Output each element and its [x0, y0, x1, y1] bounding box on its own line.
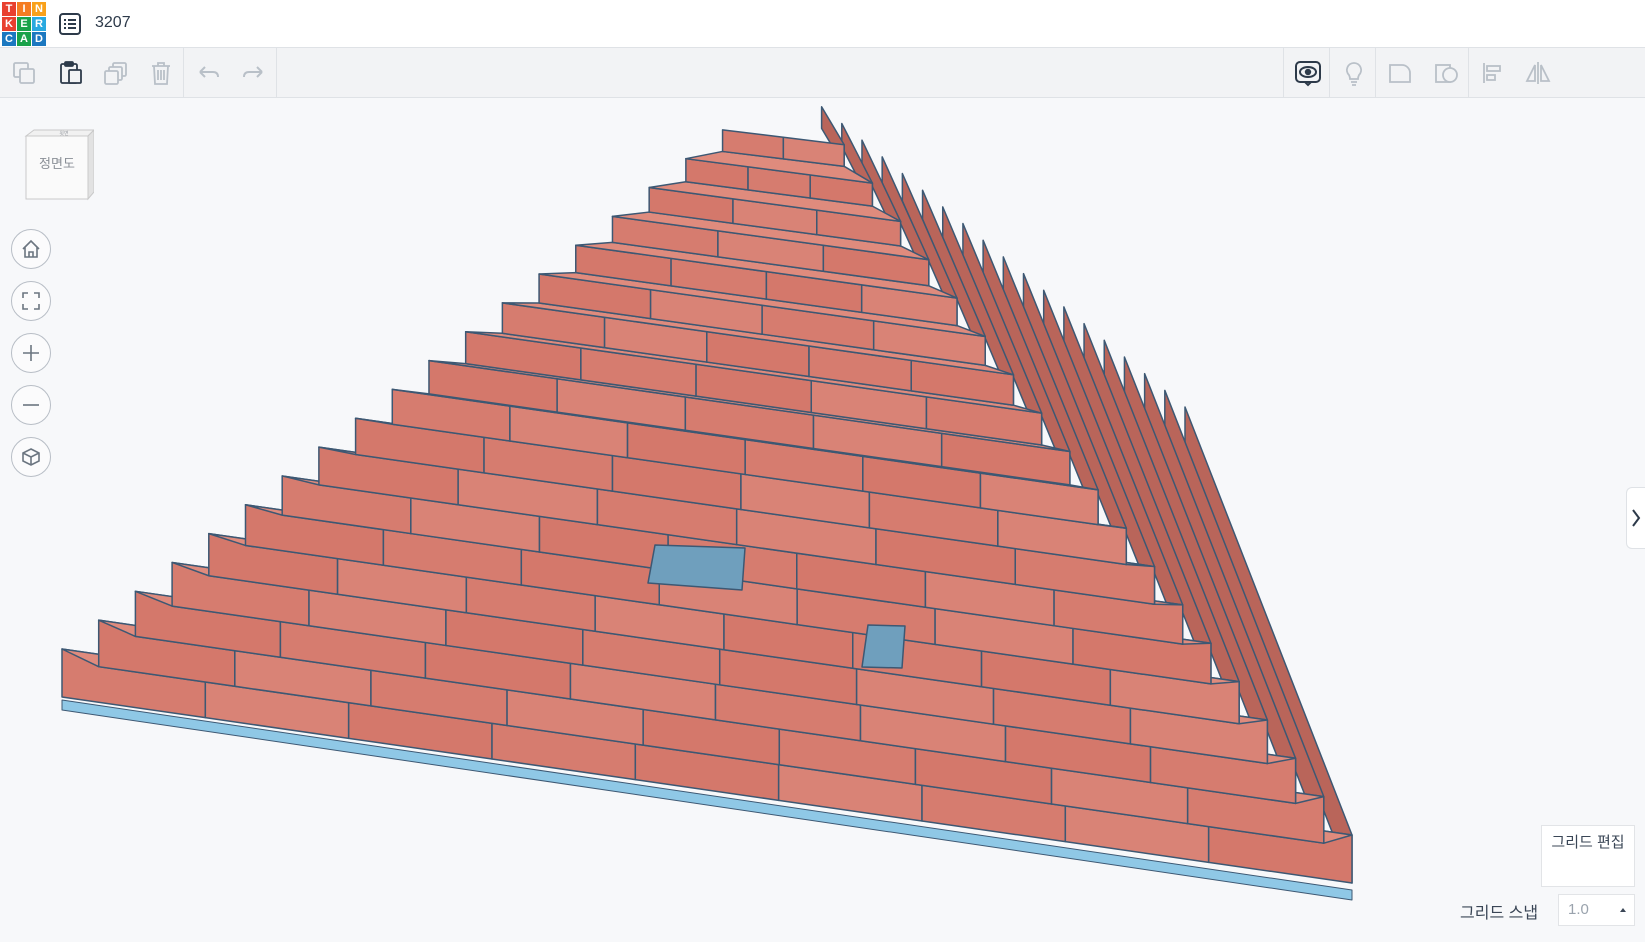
duplicate-button[interactable] [92, 48, 139, 97]
mirror-button[interactable] [1514, 48, 1561, 97]
redo-icon [242, 65, 263, 78]
zoom-out-button[interactable] [11, 385, 51, 425]
workplane-viewport[interactable] [0, 98, 1645, 937]
redo-button[interactable] [229, 48, 276, 97]
ungroup-button[interactable] [1422, 48, 1469, 97]
design-menu-button[interactable] [58, 12, 82, 36]
show-hide-icon [1294, 60, 1321, 86]
home-view-button[interactable] [11, 229, 51, 269]
undo-button[interactable] [185, 48, 232, 97]
logo-letter: E [17, 17, 31, 31]
chevron-right-icon [1632, 509, 1641, 527]
lightbulb-icon [1345, 61, 1362, 86]
design-title[interactable]: 3207 [95, 14, 131, 32]
pyramid-model[interactable] [0, 98, 1645, 937]
list-icon [59, 13, 81, 35]
delete-icon [151, 61, 170, 85]
home-icon [22, 239, 40, 258]
align-button[interactable] [1469, 48, 1516, 97]
fit-view-button[interactable] [11, 281, 51, 321]
perspective-toggle-button[interactable] [11, 437, 51, 477]
panel-toggle-button[interactable] [1626, 487, 1645, 549]
snap-grid-label: 그리드 스냅 [1460, 905, 1539, 922]
zoom-in-icon [23, 345, 39, 361]
duplicate-icon [103, 61, 127, 85]
group-icon [1388, 63, 1411, 83]
tinkercad-logo[interactable]: T I N K E R C A D [2, 2, 46, 46]
logo-letter: R [32, 17, 46, 31]
hole-opening [861, 624, 906, 669]
paste-button[interactable] [47, 48, 94, 97]
logo-letter: K [2, 17, 16, 31]
logo-letter: N [32, 2, 46, 16]
perspective-icon [22, 448, 40, 466]
view-cube-top-label: 윗면 [59, 130, 69, 137]
fit-view-icon [22, 292, 40, 310]
edit-toolbar [0, 48, 1645, 98]
notes-button[interactable] [1330, 48, 1377, 97]
snap-grid-value: 1.0 [1568, 901, 1589, 918]
logo-letter: T [2, 2, 16, 16]
copy-icon [12, 61, 35, 84]
snap-grid-select[interactable]: 1.0 [1558, 894, 1635, 926]
hole-opening [647, 544, 746, 591]
edit-grid-button[interactable]: 그리드 편집 [1541, 825, 1635, 887]
zoom-out-icon [23, 404, 39, 406]
undo-icon [198, 65, 219, 78]
mirror-icon [1525, 61, 1550, 84]
app-header: T I N K E R C A D 3207 [0, 0, 1645, 48]
align-icon [1482, 62, 1501, 83]
caret-up-icon [1620, 908, 1626, 912]
copy-button[interactable] [0, 48, 47, 97]
ungroup-icon [1434, 63, 1458, 83]
delete-button[interactable] [137, 48, 184, 97]
paste-icon [59, 60, 82, 84]
logo-letter: D [32, 32, 46, 46]
view-cube-front-label: 정면도 [39, 157, 75, 172]
show-all-button[interactable] [1284, 48, 1331, 97]
logo-letter: C [2, 32, 16, 46]
group-button[interactable] [1376, 48, 1423, 97]
view-cube[interactable]: 정면도 윗면 [22, 128, 96, 202]
logo-letter: I [17, 2, 31, 16]
logo-letter: A [17, 32, 31, 46]
zoom-in-button[interactable] [11, 333, 51, 373]
